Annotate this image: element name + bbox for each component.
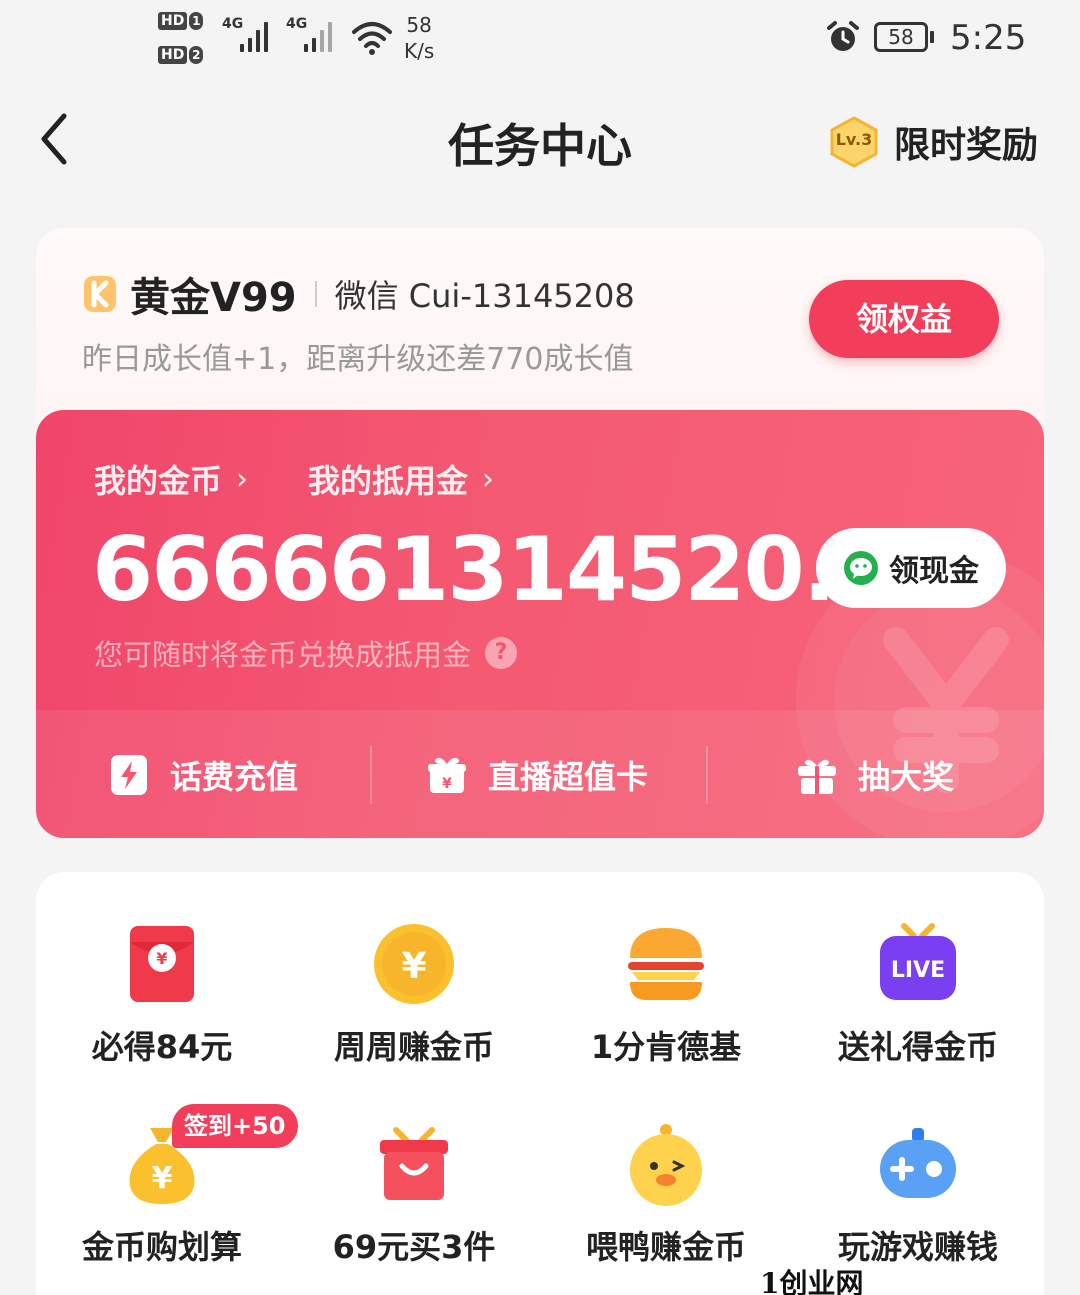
task-red-envelope[interactable]: ¥ 必得84元 <box>36 922 288 1102</box>
speed-value: 58 <box>406 13 432 37</box>
battery-level: 58 <box>874 22 928 52</box>
task-gift-coins[interactable]: LIVE 送礼得金币 <box>792 922 1044 1102</box>
task-label: 周周赚金币 <box>333 1028 494 1066</box>
gift-box-icon: ¥ <box>428 757 466 793</box>
present-icon <box>798 759 836 794</box>
hd-sim1-indicator: HD 1 <box>158 10 208 30</box>
task-kfc[interactable]: 1分肯德基 <box>540 922 792 1102</box>
limited-reward-label: 限时奖励 <box>894 125 1039 166</box>
wifi-icon <box>352 22 392 55</box>
signal-sim1-icon: 4G <box>222 16 278 56</box>
speed-unit: K/s <box>404 39 435 63</box>
wechat-icon <box>844 551 878 585</box>
network-type-label: 4G <box>286 16 308 32</box>
lightning-icon <box>111 755 147 795</box>
claim-cash-button[interactable]: 领现金 <box>816 528 1006 608</box>
task-label: 送礼得金币 <box>837 1028 998 1066</box>
task-label: 金币购划算 <box>81 1228 242 1266</box>
sim-number: 1 <box>189 12 204 30</box>
yen-glyph: ¥ <box>152 1161 173 1196</box>
burger-icon <box>628 928 704 1000</box>
battery-icon: 58 <box>874 22 934 52</box>
claim-benefits-button[interactable]: 领权益 <box>809 280 999 358</box>
phone-recharge-button[interactable]: 话费充值 <box>108 750 298 800</box>
level-badge-icon: Lv.3 <box>828 116 880 168</box>
chevron-right-icon: › <box>482 461 495 497</box>
my-voucher-label: 我的抵用金 <box>308 462 469 500</box>
member-account: 微信 Cui-13145208 <box>334 277 635 315</box>
live-tv-icon: LIVE <box>880 923 956 1000</box>
limited-reward-button[interactable]: Lv.3 限时奖励 <box>828 114 1038 170</box>
duck-icon <box>630 1124 702 1206</box>
gamepad-icon <box>880 1128 956 1198</box>
my-voucher-link[interactable]: 我的抵用金 › <box>308 456 494 502</box>
yen-glyph: ¥ <box>156 949 167 968</box>
task-label: 69元买3件 <box>332 1228 496 1266</box>
hd-sim2-indicator: HD 2 <box>158 44 208 64</box>
task-label: 1分肯德基 <box>590 1028 742 1066</box>
level-badge-text: Lv.3 <box>835 130 873 149</box>
task-label: 必得84元 <box>91 1028 233 1066</box>
clock-time: 5:25 <box>950 18 1027 58</box>
task-69-yuan-deal[interactable]: 69元买3件 <box>288 1122 540 1295</box>
action-label: 直播超值卡 <box>488 758 649 796</box>
divider <box>314 281 317 307</box>
growth-info: 昨日成长值+1，距离升级还差770成长值 <box>82 342 634 377</box>
status-bar: HD 1 HD 2 4G 4G 58 K/s 58 5:25 <box>0 0 1080 80</box>
claim-cash-label: 领现金 <box>889 554 979 589</box>
task-grid-card: ¥ 必得84元 ¥ 周周赚金币 1分肯德基 LIVE 送礼得金币 ¥ 金币购划算… <box>36 872 1044 1295</box>
divider <box>370 746 372 804</box>
hd-label: HD <box>158 12 188 30</box>
red-envelope-icon: ¥ <box>130 926 194 1002</box>
coin-actions-bar: 话费充值 ¥ 直播超值卡 抽大奖 <box>36 710 1044 838</box>
chevron-right-icon: › <box>236 461 249 497</box>
member-level: 黄金V99 <box>130 275 297 321</box>
sim-number: 2 <box>189 46 204 64</box>
hd-label: HD <box>158 46 188 64</box>
action-label: 抽大奖 <box>858 758 955 796</box>
live-icon-text: LIVE <box>891 958 945 983</box>
signal-sim2-icon: 4G <box>286 16 342 56</box>
yen-glyph: ¥ <box>442 776 452 792</box>
gold-coin-icon: ¥ <box>374 924 454 1004</box>
checkin-bonus-badge: 签到+50 <box>172 1104 298 1148</box>
task-weekly-coins[interactable]: ¥ 周周赚金币 <box>288 922 540 1102</box>
my-coins-link[interactable]: 我的金币 › <box>94 456 248 502</box>
my-coins-label: 我的金币 <box>94 462 223 500</box>
exchange-hint-text: 您可随时将金币兑换成抵用金 <box>94 638 472 672</box>
lucky-draw-button[interactable]: 抽大奖 <box>796 750 954 800</box>
task-label: 喂鸭赚金币 <box>585 1228 746 1266</box>
back-arrow-icon[interactable] <box>36 112 76 166</box>
live-value-card-button[interactable]: ¥ 直播超值卡 <box>426 750 648 800</box>
task-feed-duck[interactable]: 喂鸭赚金币 <box>540 1122 792 1295</box>
alarm-clock-icon <box>827 21 859 51</box>
exchange-hint: 您可随时将金币兑换成抵用金 ? <box>94 632 518 674</box>
yen-glyph: ¥ <box>401 946 426 987</box>
gold-k-icon <box>84 276 116 312</box>
coin-card: 我的金币 › 我的抵用金 › 666661314520.00 领现金 您可随时将… <box>36 410 1044 838</box>
divider <box>706 746 708 804</box>
action-label: 话费充值 <box>170 758 299 796</box>
site-watermark: 1创业网www.cywz1.com <box>760 1267 864 1295</box>
help-icon[interactable]: ? <box>485 637 518 669</box>
network-speed: 58 K/s <box>404 12 434 64</box>
network-type-label: 4G <box>222 16 244 32</box>
shopping-bag-icon <box>380 1127 448 1200</box>
